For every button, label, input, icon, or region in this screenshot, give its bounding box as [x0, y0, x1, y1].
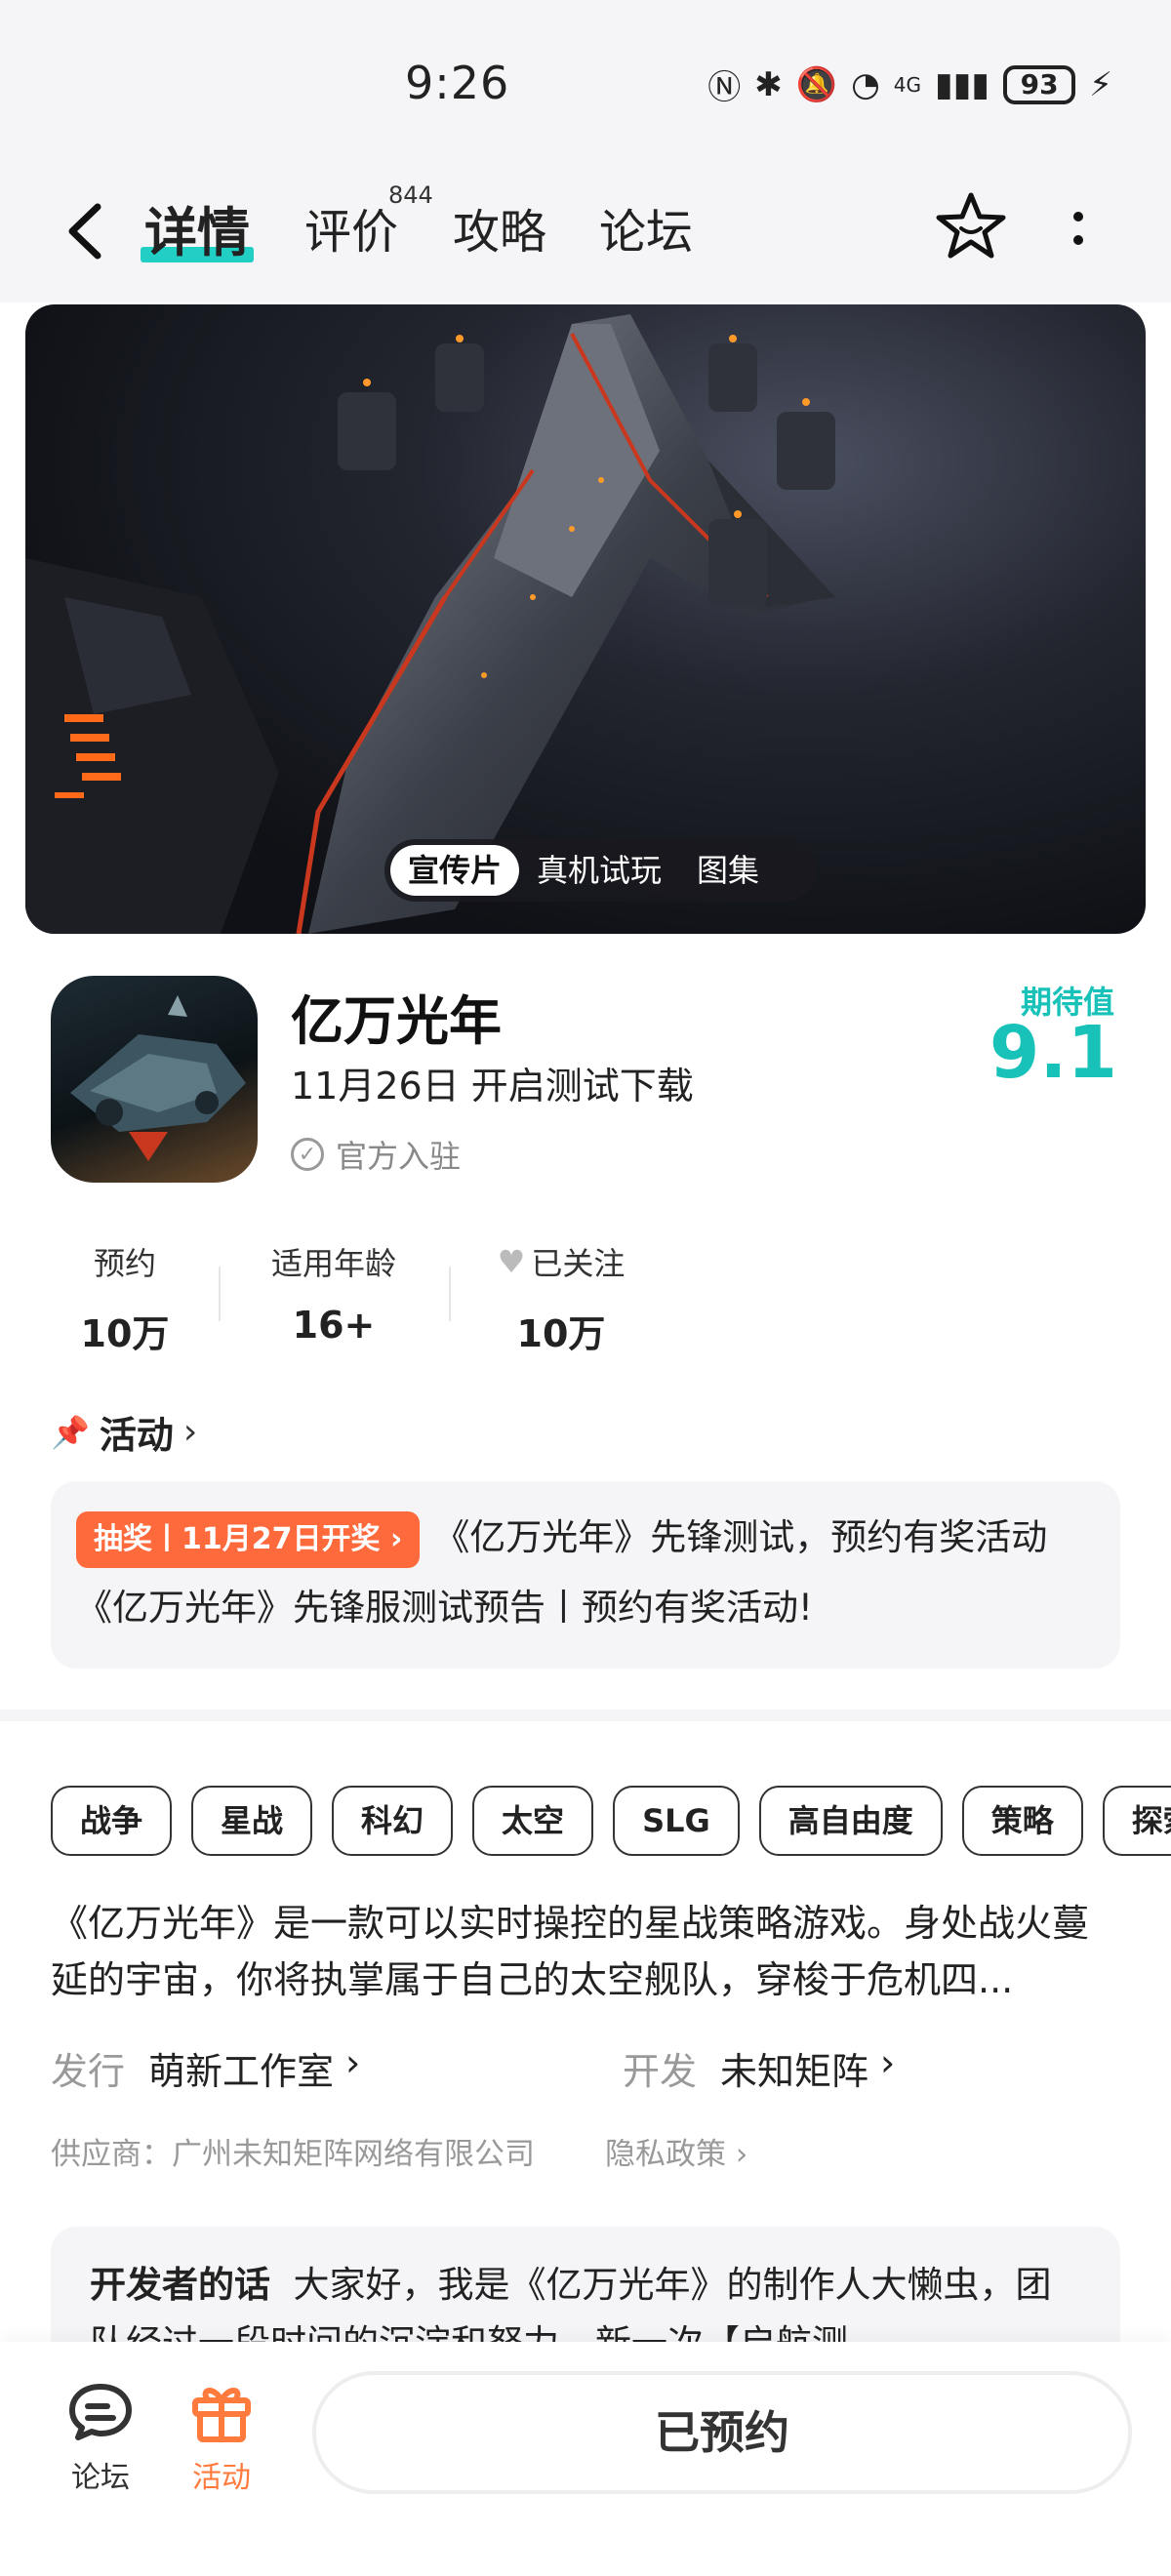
lottery-tag-label: 抽奖丨11月27日开奖: [94, 1521, 381, 1556]
promo-video[interactable]: 宣传片 真机试玩 图集: [25, 304, 1146, 934]
stat-value: 10万: [80, 1312, 170, 1355]
stat-divider: [449, 1267, 451, 1321]
app-release-date: 11月26日 开启测试下载: [291, 1065, 694, 1107]
stat-value: 10万: [516, 1312, 606, 1355]
stat-value: 16+: [292, 1304, 376, 1347]
media-tabs: 宣传片 真机试玩 图集: [384, 839, 816, 902]
lottery-tag[interactable]: 抽奖丨11月27日开奖 ›: [76, 1510, 421, 1568]
stat-reservations: 预约 10万: [70, 1239, 180, 1357]
stat-label-wrap: ♥ 已关注: [488, 1239, 634, 1284]
tag-chip[interactable]: 科幻: [332, 1786, 454, 1856]
media-tab-trailer[interactable]: 宣传片: [390, 845, 520, 896]
stat-followers[interactable]: ♥ 已关注 10万: [488, 1239, 634, 1357]
developer-row[interactable]: 开发 未知矩阵 ›: [623, 2041, 895, 2095]
chevron-right-icon: ›: [182, 1412, 198, 1452]
publisher-value: 萌新工作室: [148, 2050, 335, 2093]
back-icon[interactable]: [61, 197, 109, 265]
stat-label: 适用年龄: [270, 1245, 396, 1282]
stat-label: 预约: [93, 1245, 156, 1282]
activity-header[interactable]: 📌 活动 ›: [51, 1405, 197, 1459]
network-label: 4G: [893, 72, 921, 97]
status-time: 9:26: [405, 57, 510, 109]
status-bar: 9:26 Ⓝ ✱ 🔕 ◔ 4G ▮▮▮ 93 ⚡: [0, 0, 1171, 166]
stat-divider: [219, 1267, 221, 1321]
tag-chip[interactable]: SLG: [613, 1786, 740, 1856]
publisher-row[interactable]: 发行 萌新工作室 ›: [51, 2041, 360, 2095]
app-name: 亿万光年: [291, 990, 502, 1052]
expectation-score: 9.1: [989, 1011, 1117, 1095]
reserved-button[interactable]: 已预约: [312, 2371, 1132, 2494]
official-label: 官方入驻: [336, 1138, 462, 1175]
tag-chip[interactable]: 太空: [472, 1786, 594, 1856]
more-icon[interactable]: [1064, 205, 1093, 254]
mute-icon: 🔕: [795, 64, 838, 104]
chevron-right-icon: ›: [880, 2041, 896, 2084]
activity-title: 活动: [99, 1414, 174, 1457]
forum-icon: [69, 2384, 132, 2440]
review-count-badge: 844: [388, 181, 433, 209]
activity-label: 活动: [192, 2461, 251, 2495]
battery-icon: 93: [1003, 64, 1076, 104]
forum-label: 论坛: [71, 2461, 130, 2495]
status-icons: Ⓝ ✱ 🔕 ◔ 4G ▮▮▮ 93 ⚡: [707, 60, 1112, 108]
gift-icon: [192, 2388, 251, 2442]
nfc-icon: Ⓝ: [707, 68, 742, 107]
bottom-nav-activity[interactable]: 活动: [168, 2381, 275, 2496]
star-icon[interactable]: [932, 187, 1010, 265]
game-description[interactable]: 《亿万光年》是一款可以实时操控的星战策略游戏。身处战火蔓延的宇宙，你将执掌属于自…: [51, 1895, 1124, 2008]
top-nav: 详情 评价 844 攻略 论坛: [0, 166, 1171, 302]
tag-chip[interactable]: 探索: [1102, 1786, 1171, 1856]
stat-label: 已关注: [531, 1245, 626, 1282]
supplier-text: 供应商：广州未知矩阵网络有限公司: [51, 2137, 535, 2172]
section-divider: [0, 1710, 1171, 1721]
tag-chip[interactable]: 战争: [51, 1786, 173, 1856]
wifi-icon: ◔: [851, 64, 880, 104]
app-icon-artwork: [70, 995, 246, 1161]
developer-key: 开发: [623, 2050, 698, 2093]
tag-chip[interactable]: 策略: [961, 1786, 1083, 1856]
signal-icon: ▮▮▮: [934, 64, 990, 104]
charging-icon: ⚡: [1089, 64, 1112, 104]
tag-chip[interactable]: 高自由度: [758, 1786, 943, 1856]
pin-icon: 📌: [51, 1413, 90, 1451]
tab-reviews[interactable]: 评价: [304, 193, 398, 262]
tag-chip[interactable]: 星战: [191, 1786, 313, 1856]
heart-icon: ♥: [497, 1243, 526, 1280]
media-tab-gallery[interactable]: 图集: [679, 845, 777, 896]
publisher-key: 发行: [51, 2050, 126, 2093]
stat-age-rating: 适用年龄 16+: [256, 1239, 412, 1347]
chevron-right-icon: ›: [345, 2041, 361, 2084]
privacy-label: 隐私政策: [605, 2137, 726, 2172]
bottom-bar: 论坛 活动 已预约: [0, 2342, 1171, 2576]
tag-list: 战争 星战 科幻 太空 SLG 高自由度 策略 探索: [51, 1786, 1171, 1856]
tab-forum[interactable]: 论坛: [599, 193, 693, 262]
tab-detail[interactable]: 详情: [144, 189, 250, 266]
check-circle-icon: ✓: [291, 1138, 324, 1171]
vibrate-icon: ✱: [754, 64, 783, 104]
activity-card[interactable]: 抽奖丨11月27日开奖 › 《亿万光年》先锋测试，预约有奖活动 《亿万光年》先锋服…: [51, 1481, 1120, 1669]
developer-words-title: 开发者的话: [90, 2264, 270, 2306]
media-tab-gameplay[interactable]: 真机试玩: [519, 845, 679, 896]
privacy-policy-link[interactable]: 隐私政策 ›: [605, 2129, 747, 2173]
bottom-nav-forum[interactable]: 论坛: [47, 2381, 154, 2496]
official-badge: ✓ 官方入驻: [291, 1132, 461, 1177]
developer-value: 未知矩阵: [720, 2050, 869, 2093]
app-icon: [51, 976, 258, 1183]
tab-guides[interactable]: 攻略: [453, 193, 546, 262]
